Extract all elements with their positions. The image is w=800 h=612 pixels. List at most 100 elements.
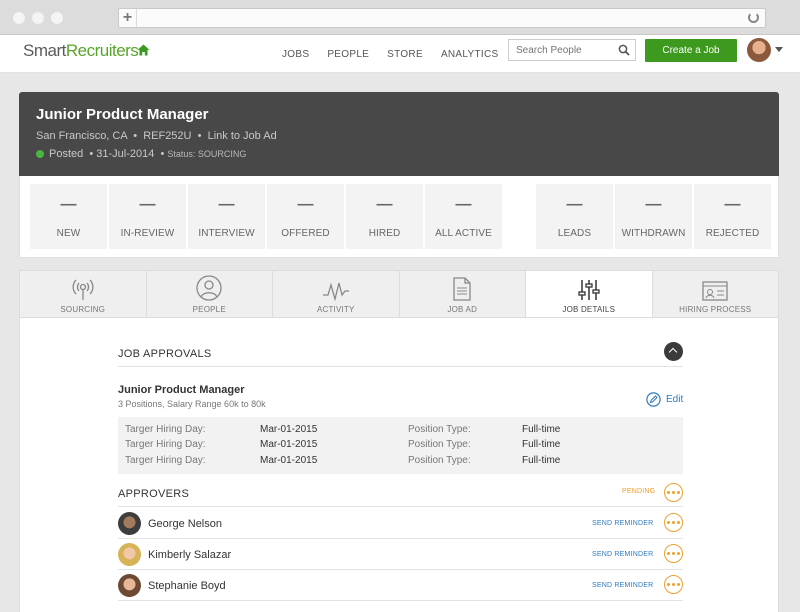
edit-label: Edit xyxy=(666,394,684,405)
send-reminder-link[interactable]: SEND REMINDER xyxy=(592,520,653,527)
stage-in-review[interactable]: — IN-REVIEW xyxy=(109,184,186,249)
send-reminder-link[interactable]: SEND REMINDER xyxy=(592,551,653,558)
stage-count: — xyxy=(139,196,156,213)
approver-avatar xyxy=(118,574,141,597)
position-type-value: Full-time xyxy=(522,424,561,435)
tab-label: JOB DETAILS xyxy=(562,305,616,314)
details-row: Targer Hiring Day: Mar-01-2015 Position … xyxy=(118,424,683,440)
tab-label: SOURCING xyxy=(60,305,106,314)
search-people-input[interactable] xyxy=(509,40,613,61)
tab-people[interactable]: PEOPLE xyxy=(147,271,273,317)
stage-count: — xyxy=(376,196,393,213)
user-avatar[interactable] xyxy=(747,38,771,62)
approver-more-icon[interactable] xyxy=(664,544,683,563)
nav-people[interactable]: PEOPLE xyxy=(327,49,369,60)
window-minimize-dot[interactable] xyxy=(32,12,44,24)
stage-label: REJECTED xyxy=(705,228,760,239)
tab-activity[interactable]: ACTIVITY xyxy=(273,271,400,317)
nav-jobs[interactable]: JOBS xyxy=(282,49,309,60)
job-ref: REF252U xyxy=(143,130,192,142)
stage-count: — xyxy=(566,196,583,213)
position-type-label: Position Type: xyxy=(408,424,471,435)
reload-icon[interactable] xyxy=(748,12,759,23)
stage-withdrawn[interactable]: — WITHDRAWN xyxy=(615,184,692,249)
approvers-more-icon[interactable] xyxy=(664,483,683,502)
stage-label: NEW xyxy=(56,228,81,239)
search-icon[interactable] xyxy=(618,44,630,56)
user-menu-caret-icon[interactable] xyxy=(775,47,783,52)
stage-label: LEADS xyxy=(557,228,592,239)
search-box xyxy=(508,39,636,61)
separator-dot: • xyxy=(194,130,208,142)
position-type-label: Position Type: xyxy=(408,439,471,450)
tab-hiring-process[interactable]: HIRING PROCESS xyxy=(653,271,779,317)
sliders-icon xyxy=(578,280,600,300)
stage-all-active[interactable]: — ALL ACTIVE xyxy=(425,184,502,249)
job-status: Status: SOURCING xyxy=(167,149,247,159)
window-maximize-dot[interactable] xyxy=(51,12,63,24)
stage-offered[interactable]: — OFFERED xyxy=(267,184,344,249)
logo-text-recruiters: Recruiters xyxy=(65,41,139,60)
tab-label: HIRING PROCESS xyxy=(679,305,752,314)
job-header: Junior Product Manager San Francisco, CA… xyxy=(19,92,779,176)
separator-dot: • xyxy=(83,148,97,160)
hiring-day-value: Mar-01-2015 xyxy=(260,455,318,466)
browser-chrome: + xyxy=(0,0,800,35)
stage-label: IN-REVIEW xyxy=(120,228,175,239)
window-close-dot[interactable] xyxy=(13,12,25,24)
nav-analytics[interactable]: ANALYTICS xyxy=(441,49,499,60)
address-bar[interactable]: + xyxy=(118,8,766,28)
job-meta: San Francisco, CA • REF252U • Link to Jo… xyxy=(36,130,762,142)
stage-rejected[interactable]: — REJECTED xyxy=(694,184,771,249)
smartrecruiters-logo[interactable]: SmartRecruiters xyxy=(23,41,139,61)
approval-details-table: Targer Hiring Day: Mar-01-2015 Position … xyxy=(118,417,683,474)
stage-count: — xyxy=(60,196,77,213)
tab-job-details[interactable]: JOB DETAILS xyxy=(526,271,653,317)
broadcast-icon xyxy=(72,279,94,300)
stage-hired[interactable]: — HIRED xyxy=(346,184,423,249)
posted-status-dot-icon xyxy=(36,150,44,158)
hiring-day-label: Targer Hiring Day: xyxy=(125,455,206,466)
new-tab-plus-icon[interactable]: + xyxy=(119,9,137,27)
approver-more-icon[interactable] xyxy=(664,513,683,532)
stage-interview[interactable]: — INTERVIEW xyxy=(188,184,265,249)
tab-label: ACTIVITY xyxy=(316,305,355,314)
approval-job-subtitle: 3 Positions, Salary Range 60k to 80k xyxy=(118,399,266,409)
stage-new[interactable]: — NEW xyxy=(30,184,107,249)
job-details-panel: JOB APPROVALS Junior Product Manager 3 P… xyxy=(19,318,779,612)
create-job-button[interactable]: Create a Job xyxy=(645,39,737,62)
separator-dot: • xyxy=(130,130,144,142)
edit-button[interactable]: Edit xyxy=(646,392,683,407)
tab-sourcing[interactable]: SOURCING xyxy=(20,271,147,317)
logo-text-smart: Smart xyxy=(23,41,66,60)
stage-count: — xyxy=(724,196,741,213)
divider xyxy=(118,366,683,367)
approver-row: George Nelson SEND REMINDER xyxy=(118,508,683,539)
stage-label: OFFERED xyxy=(281,228,330,239)
home-icon[interactable] xyxy=(137,44,150,56)
send-reminder-link[interactable]: SEND REMINDER xyxy=(592,582,653,589)
job-ad-link[interactable]: Link to Job Ad xyxy=(208,130,277,142)
hiring-day-label: Targer Hiring Day: xyxy=(125,424,206,435)
collapse-chevron-up-icon[interactable] xyxy=(664,342,683,361)
job-title: Junior Product Manager xyxy=(36,106,209,123)
stage-count: — xyxy=(218,196,235,213)
tab-job-ad[interactable]: JOB AD xyxy=(400,271,526,317)
position-type-label: Position Type: xyxy=(408,455,471,466)
stage-leads[interactable]: — LEADS xyxy=(536,184,613,249)
divider xyxy=(118,506,683,507)
pending-status-badge: PENDING xyxy=(622,488,656,495)
tab-label: PEOPLE xyxy=(192,305,226,314)
approver-more-icon[interactable] xyxy=(664,575,683,594)
stage-label: HIRED xyxy=(368,228,401,239)
details-row: Targer Hiring Day: Mar-01-2015 Position … xyxy=(118,439,683,455)
pipeline-stages: — NEW — IN-REVIEW — INTERVIEW — OFFERED — HIR… xyxy=(19,176,779,258)
stage-count: — xyxy=(455,196,472,213)
position-type-value: Full-time xyxy=(522,439,561,450)
pencil-icon xyxy=(646,392,661,407)
job-status-line: Posted • 31-Jul-2014 • Status: SOURCING xyxy=(36,148,762,160)
approver-avatar xyxy=(118,512,141,535)
nav-store[interactable]: STORE xyxy=(387,49,423,60)
stage-label: INTERVIEW xyxy=(198,228,255,239)
posted-label: Posted xyxy=(49,148,84,160)
